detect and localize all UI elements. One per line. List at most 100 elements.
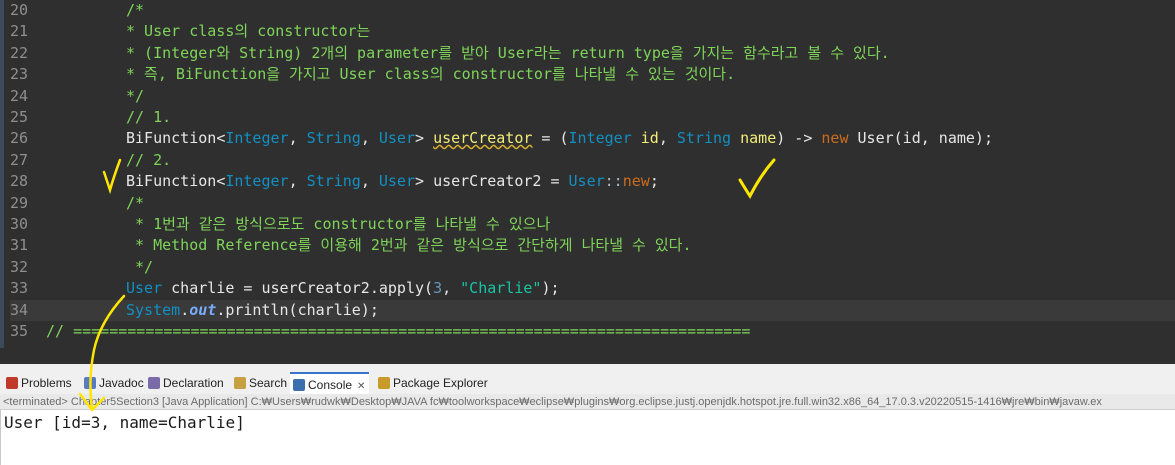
code-token: , [288, 172, 307, 190]
code-token: < [216, 129, 226, 147]
code-token: < [216, 172, 226, 190]
comment-text: * 1번과 같은 방식으로도 constructor를 나타낼 수 있으나 [126, 215, 551, 233]
comment-text: /* [126, 194, 145, 212]
line-number: 32 [10, 258, 29, 276]
code-token: > [415, 172, 434, 190]
line-number: 27 [10, 151, 29, 169]
line-number: 24 [10, 87, 29, 105]
code-token: User(id, name); [848, 129, 993, 147]
tab-label: Declaration [163, 376, 224, 390]
code-token: = [541, 172, 569, 190]
line-number: 23 [10, 65, 29, 83]
problems-icon [6, 377, 18, 389]
code-token: . [180, 301, 190, 319]
code-token: User [378, 172, 415, 190]
code-token: String [676, 129, 732, 147]
code-token: name [731, 129, 777, 147]
code-token: , [442, 279, 461, 297]
tab-declaration[interactable]: Declaration [146, 372, 226, 394]
tab-search[interactable]: Search [232, 372, 289, 394]
tab-label: Javadoc [99, 376, 144, 390]
console-view[interactable]: User [id=3, name=Charlie] [0, 410, 1175, 465]
code-token: String [306, 129, 361, 147]
line-number: 29 [10, 194, 29, 212]
code-token: 3 [433, 279, 443, 297]
code-token: out [189, 301, 217, 319]
line-number-gutter: 20 21 22 23 24 25 26 27 28 29 30 31 32 33 34 35 [0, 0, 40, 348]
line-number: 25 [10, 108, 29, 126]
code-token: BiFunction [126, 129, 217, 147]
close-icon[interactable]: ✕ [357, 381, 365, 392]
code-token: > [415, 129, 434, 147]
javadoc-icon [84, 377, 96, 389]
code-token: User [378, 129, 415, 147]
tab-problems[interactable]: Problems [4, 372, 74, 394]
package-explorer-icon [378, 377, 390, 389]
comment-text: * Method Reference를 이용해 2번과 같은 방식으로 간단하게… [126, 236, 692, 254]
tab-label: Console [308, 378, 353, 392]
code-token: ; [649, 172, 659, 190]
comment-text: /* [126, 1, 145, 19]
bottom-panel-tabs: Problems Javadoc Declaration Search Console ✕… [0, 372, 1175, 394]
code-token: "Charlie" [460, 279, 542, 297]
code-area[interactable]: /* * User class의 constructor는 * (Integer와 … [40, 0, 1175, 348]
line-number: 31 [10, 236, 29, 254]
console-output: User [id=3, name=Charlie] [4, 413, 245, 432]
code-line: */ [40, 86, 1175, 107]
tab-console[interactable]: Console ✕ [290, 372, 370, 394]
search-icon [234, 377, 246, 389]
code-token: User [126, 279, 163, 297]
comment-text: */ [126, 258, 154, 276]
code-editor[interactable]: 20 21 22 23 24 25 26 27 28 29 30 31 32 33 34 35 /* * Use… [0, 0, 1175, 348]
code-line: // 1. [40, 107, 1175, 128]
code-line: BiFunction<Integer, String, User> userCr… [40, 128, 1175, 149]
code-token: ) -> [776, 129, 822, 147]
comment-text: // 1. [126, 108, 172, 126]
line-number: 34 [10, 300, 40, 321]
variable-usercreator: userCreator [433, 129, 533, 147]
code-line: /* [40, 193, 1175, 214]
code-token: , [360, 172, 379, 190]
code-line: User charlie = userCreator2.apply(3, "Ch… [40, 278, 1175, 299]
line-number: 22 [10, 44, 29, 62]
code-line: /* [40, 0, 1175, 21]
code-line: * User class의 constructor는 [40, 21, 1175, 42]
line-number: 35 [10, 322, 29, 340]
code-token: Integer [568, 129, 632, 147]
code-line: System.out.println(charlie); [40, 300, 1175, 321]
tab-label: Search [249, 376, 288, 390]
code-line: BiFunction<Integer, String, User> userCr… [40, 171, 1175, 192]
code-token: BiFunction [126, 172, 217, 190]
gutter-marker-bar [0, 0, 4, 348]
code-line: * 즉, BiFunction을 가지고 User class의 constru… [40, 64, 1175, 85]
variable-usercreator2: userCreator2 [433, 172, 542, 190]
comment-text: * 즉, BiFunction을 가지고 User class의 constru… [126, 65, 736, 83]
code-token: System [126, 301, 181, 319]
comment-text: // =====================================… [46, 322, 751, 340]
line-number: 28 [10, 172, 29, 190]
line-number: 26 [10, 129, 29, 147]
code-line: * 1번과 같은 방식으로도 constructor를 나타낼 수 있으나 [40, 214, 1175, 235]
console-icon [293, 379, 305, 391]
comment-text: * User class의 constructor는 [126, 22, 371, 40]
tab-label: Problems [21, 376, 72, 390]
code-token: Integer [225, 129, 289, 147]
declaration-icon [148, 377, 160, 389]
comment-text: */ [126, 87, 145, 105]
code-line: * (Integer와 String) 2개의 parameter를 받아 Us… [40, 43, 1175, 64]
code-token: ); [541, 279, 560, 297]
tab-label: Package Explorer [393, 376, 488, 390]
line-number: 30 [10, 215, 29, 233]
code-token: User [568, 172, 605, 190]
tab-javadoc[interactable]: Javadoc [82, 372, 146, 394]
line-number: 33 [10, 279, 29, 297]
comment-text: // 2. [126, 151, 172, 169]
line-number: 20 [10, 1, 29, 19]
code-token: , [288, 129, 307, 147]
code-token: Integer [225, 172, 289, 190]
tab-package-explorer[interactable]: Package Explorer [376, 372, 490, 394]
code-line: // =====================================… [40, 321, 1175, 342]
code-line: */ [40, 257, 1175, 278]
code-line: * Method Reference를 이용해 2번과 같은 방식으로 간단하게… [40, 235, 1175, 256]
console-process-label: <terminated> Chapter5Section3 [Java Appl… [0, 394, 1175, 410]
